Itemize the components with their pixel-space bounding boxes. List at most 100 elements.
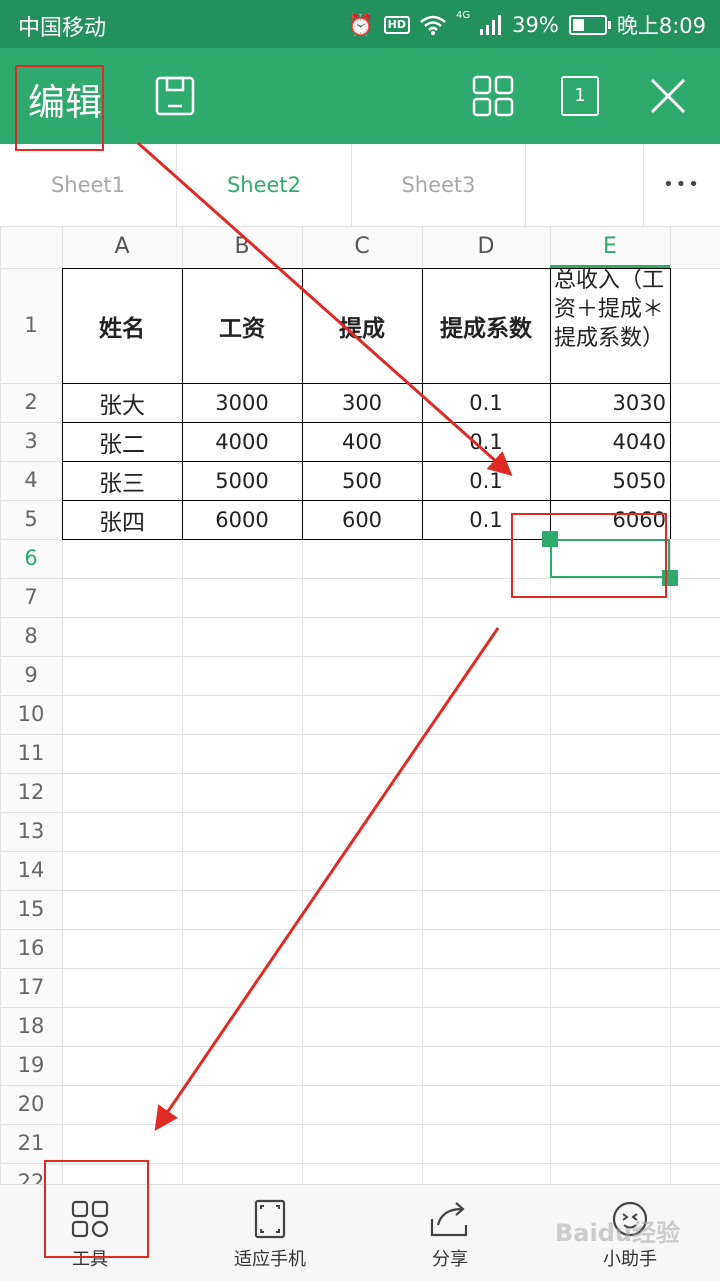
carrier-name: 中国移动 [18,16,107,41]
table-border-v [550,268,551,539]
tab-spacer [526,144,644,226]
row-header-10[interactable]: 10 [0,695,62,734]
grid-line-h [0,851,720,852]
table-header-cell[interactable]: 姓名 [62,268,182,383]
column-header-d[interactable]: D [422,226,550,268]
table-cell[interactable]: 600 [302,500,422,539]
battery-percent: 39% [512,13,559,37]
grid-line-h [0,1085,720,1086]
column-header-c[interactable]: C [302,226,422,268]
row-header-6[interactable]: 6 [0,539,62,578]
table-border-h [62,383,670,384]
fit-phone-button[interactable]: 适应手机 [220,1185,320,1281]
table-border-v [422,268,423,539]
row-header-12[interactable]: 12 [0,773,62,812]
table-cell[interactable]: 张大 [62,383,182,422]
share-button[interactable]: 分享 [400,1185,500,1281]
table-cell[interactable]: 张三 [62,461,182,500]
row-header-8[interactable]: 8 [0,617,62,656]
grid-line-h [0,890,720,891]
hd-icon: HD [383,16,411,34]
row-header-14[interactable]: 14 [0,851,62,890]
tab-sheet2[interactable]: Sheet2 [177,144,352,226]
spreadsheet-grid[interactable]: A B C D E 1 2 3 4 5 6 7 8 9 10 11 12 13 14 15 16 17 18 19 20 21 22… [0,226,720,1184]
table-cell[interactable]: 400 [302,422,422,461]
table-border-h [62,500,670,501]
table-cell[interactable]: 5000 [182,461,302,500]
grid-view-icon[interactable] [471,74,515,118]
column-header-a[interactable]: A [62,226,182,268]
page-count: 1 [574,85,586,106]
status-bar: 中国移动 ⏰ HD 4G 39% 晚上8:09 [0,0,720,48]
clock: 晚上8:09 [616,14,706,38]
table-border-v [670,268,671,539]
table-cell[interactable]: 500 [302,461,422,500]
row-header-2[interactable]: 2 [0,383,62,422]
row-header-4[interactable]: 4 [0,461,62,500]
status-icons: ⏰ HD 4G 39% 晚上8:09 [348,10,706,40]
row-header-20[interactable]: 20 [0,1085,62,1124]
close-icon[interactable] [646,74,690,118]
row-header-3[interactable]: 3 [0,422,62,461]
alarm-icon: ⏰ [347,12,374,37]
table-cell[interactable]: 6000 [182,500,302,539]
table-cell[interactable]: 300 [302,383,422,422]
column-header-e[interactable]: E [550,226,670,268]
assistant-label: 小助手 [603,1249,657,1270]
column-header-b[interactable]: B [182,226,302,268]
table-header-cell[interactable]: 总收入（工资＋提成＊提成系数） [550,266,670,381]
row-header-17[interactable]: 17 [0,968,62,1007]
row-header-16[interactable]: 16 [0,929,62,968]
share-icon [430,1202,468,1237]
more-tabs-button[interactable]: ••• [644,144,720,226]
wifi-icon [420,15,446,35]
sheet-tab-bar: Sheet1 Sheet2 Sheet3 ••• [0,144,720,227]
baidu-watermark: Baidu经验 [555,1219,680,1247]
annotation-box-cell [511,513,667,598]
grid-line-h [0,773,720,774]
table-cell[interactable]: 4040 [550,422,670,461]
table-cell[interactable]: 0.1 [422,383,550,422]
table-cell[interactable]: 张四 [62,500,182,539]
table-header-cell[interactable]: 提成系数 [422,268,550,383]
row-header-7[interactable]: 7 [0,578,62,617]
table-border-h [62,461,670,462]
grid-line-h [0,812,720,813]
table-header-cell[interactable]: 提成 [302,268,422,383]
row-header-5[interactable]: 5 [0,500,62,539]
grid-line-h [0,1046,720,1047]
table-border-h [62,422,670,423]
save-icon[interactable] [153,74,197,118]
tab-sheet1[interactable]: Sheet1 [0,144,177,226]
row-header-15[interactable]: 15 [0,890,62,929]
table-border-h [62,268,670,269]
fit-screen-icon [254,1199,286,1239]
page-count-button[interactable]: 1 [561,76,599,116]
table-cell[interactable]: 张二 [62,422,182,461]
grid-line-h [0,656,720,657]
battery-icon [568,15,611,35]
grid-line-h [0,1124,720,1125]
row-header-19[interactable]: 19 [0,1046,62,1085]
tab-sheet3[interactable]: Sheet3 [352,144,526,226]
table-cell[interactable]: 4000 [182,422,302,461]
table-header-cell[interactable]: 工资 [182,268,302,383]
table-cell[interactable]: 3030 [550,383,670,422]
grid-line-h [0,929,720,930]
table-border-v [302,268,303,539]
row-header-18[interactable]: 18 [0,1007,62,1046]
row-header-1[interactable]: 1 [0,268,62,383]
signal-icon [480,15,502,35]
table-border-v [62,268,63,539]
row-header-13[interactable]: 13 [0,812,62,851]
table-cell[interactable]: 0.1 [422,461,550,500]
row-header-21[interactable]: 21 [0,1124,62,1163]
row-header-11[interactable]: 11 [0,734,62,773]
table-cell[interactable]: 5050 [550,461,670,500]
fit-phone-label: 适应手机 [234,1249,306,1270]
row-header-9[interactable]: 9 [0,656,62,695]
annotation-box-edit [15,65,104,151]
table-cell[interactable]: 0.1 [422,422,550,461]
grid-line-h [0,968,720,969]
table-cell[interactable]: 3000 [182,383,302,422]
